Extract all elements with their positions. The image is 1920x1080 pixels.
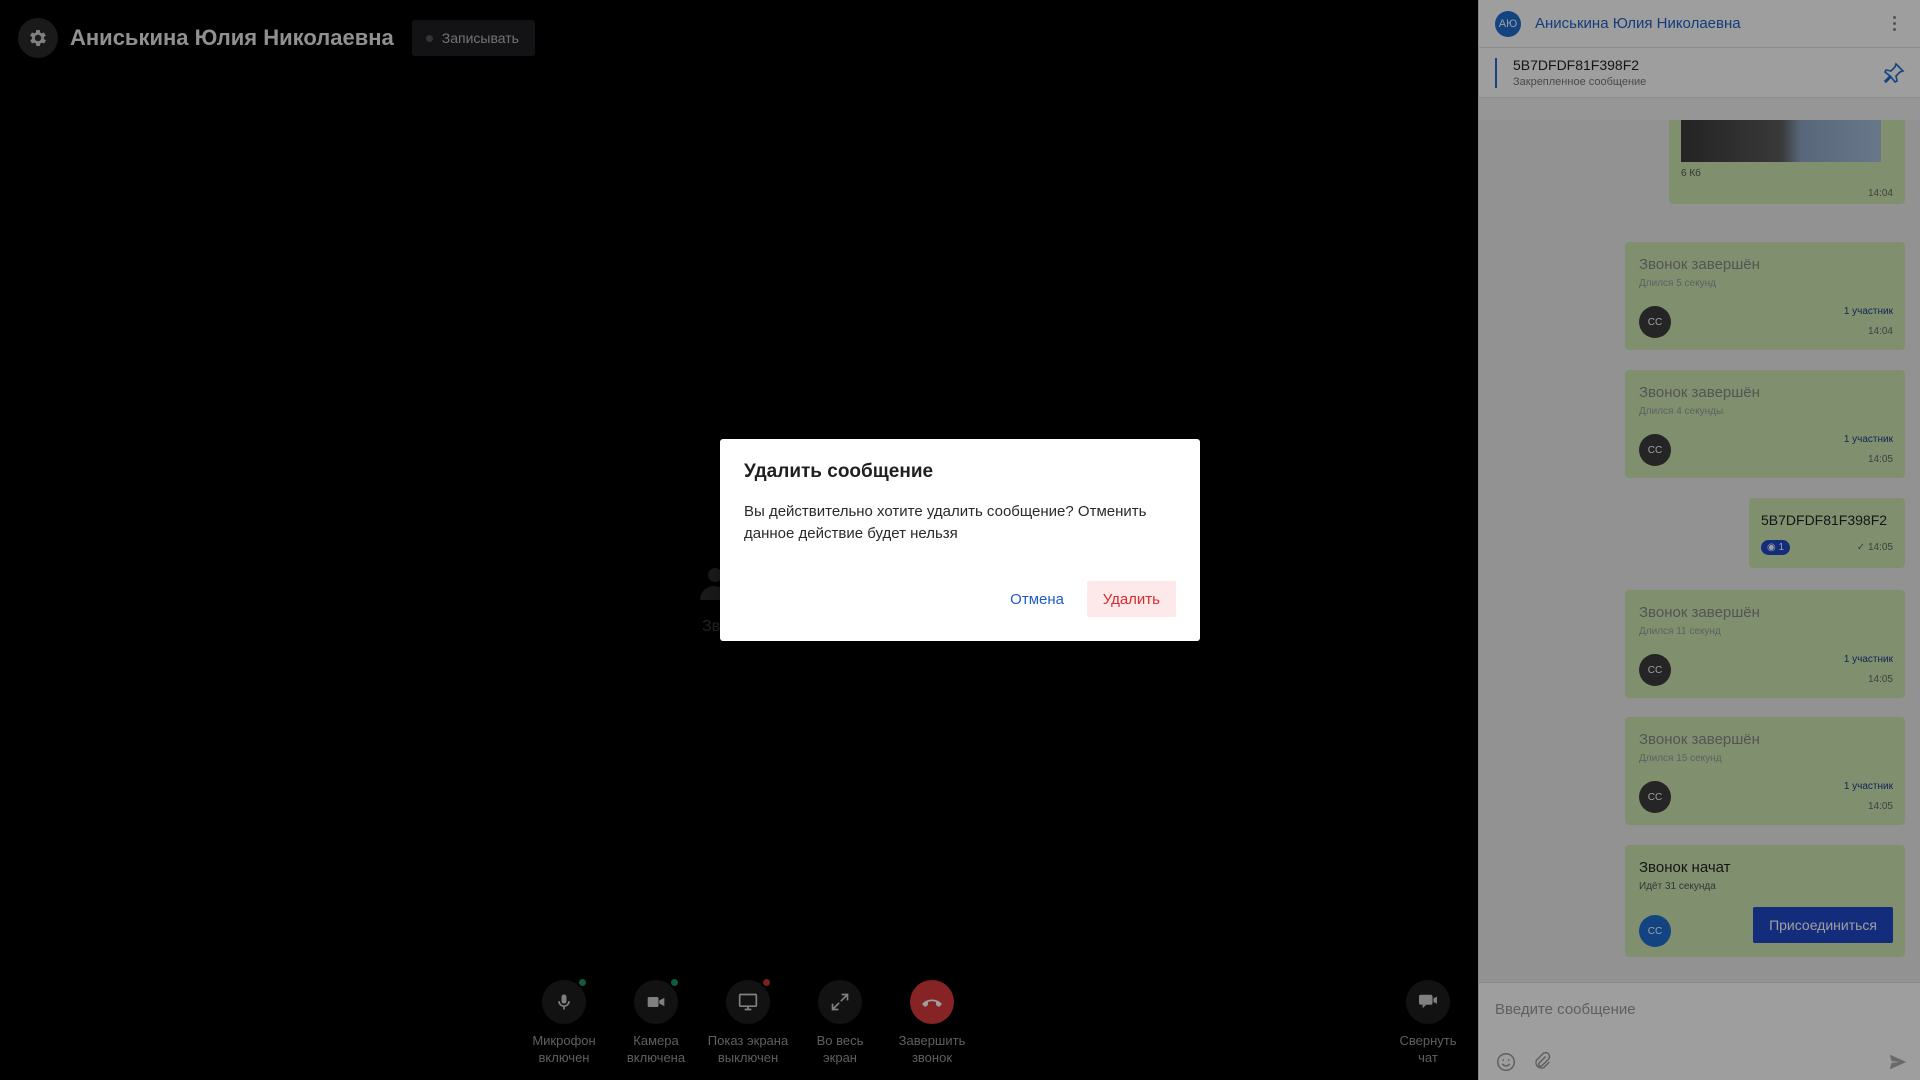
cancel-button[interactable]: Отмена	[998, 581, 1076, 617]
delete-message-dialog: Удалить сообщение Вы действительно хотит…	[720, 439, 1200, 641]
dialog-text: Вы действительно хотите удалить сообщени…	[744, 503, 1147, 542]
delete-button[interactable]: Удалить	[1086, 581, 1176, 617]
dialog-title: Удалить сообщение	[744, 461, 934, 482]
